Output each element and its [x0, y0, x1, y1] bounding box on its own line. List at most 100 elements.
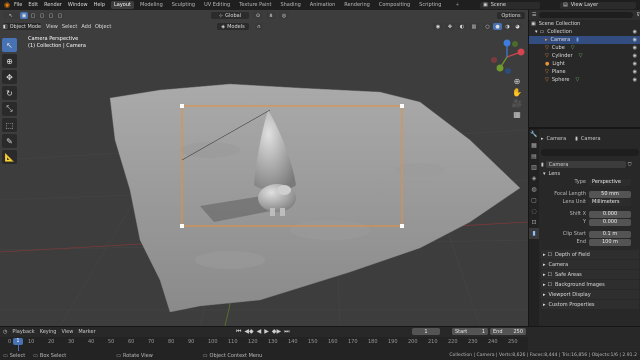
type-dropdown[interactable]: Perspective [589, 178, 631, 186]
filter-icon[interactable]: ⊽ [636, 12, 640, 18]
viewport-display-header[interactable]: ▸ Viewport Display [541, 290, 639, 299]
select-box-tool-icon[interactable]: ↖ [2, 38, 17, 52]
z-axis-icon[interactable] [503, 39, 511, 47]
prev-keyframe-icon[interactable]: ◀◆ [244, 328, 253, 335]
outliner-item-camera[interactable]: ▸ Camera ▮ ◉ [529, 36, 640, 44]
solid-shading-icon[interactable]: ● [493, 23, 502, 30]
tab-shading[interactable]: Shading [277, 1, 303, 9]
scale-tool-icon[interactable]: ⤡ [2, 102, 17, 116]
x-axis-icon[interactable] [517, 48, 525, 56]
depth-of-field-header[interactable]: ▸ ☐ Depth of Field [541, 250, 639, 259]
gizmo-icon[interactable]: ✥ [445, 23, 455, 30]
add-workspace-icon[interactable]: + [455, 2, 459, 8]
fake-user-icon[interactable]: ⛉ [628, 162, 632, 168]
physics-tab-icon[interactable]: ◌ [529, 206, 539, 217]
scene-selector[interactable]: ▣ Scene [480, 1, 540, 9]
outliner-item-cube[interactable]: ▽ Cube ▽ ◉ [529, 44, 640, 52]
measure-tool-icon[interactable]: 📐 [2, 150, 17, 164]
properties-search-input[interactable] [541, 148, 639, 156]
hand-pan-icon[interactable]: ✋ [511, 87, 523, 98]
cursor-tool-icon[interactable]: ⊕ [2, 54, 17, 68]
checkbox-icon[interactable]: ☐ [548, 272, 552, 278]
expand-icon[interactable]: ▾ [535, 29, 538, 35]
menu-edit[interactable]: Edit [28, 2, 38, 8]
play-reverse-icon[interactable]: ◀ [257, 328, 262, 335]
tool-tab-icon[interactable]: 🔧 [529, 129, 539, 140]
visibility-eye-icon[interactable]: ◉ [633, 29, 637, 35]
pivot-icon[interactable]: ⊙ [253, 12, 263, 19]
menu-render[interactable]: Render [44, 2, 62, 8]
snap-target-dropdown[interactable]: ◈ Models [217, 23, 249, 30]
visibility-icon[interactable]: ◉ [433, 23, 443, 30]
end-frame-field[interactable]: End 250 [490, 328, 526, 335]
visibility-eye-icon[interactable]: ◉ [633, 37, 637, 43]
menu-window[interactable]: Window [68, 2, 88, 8]
tab-animation[interactable]: Animation [307, 1, 339, 9]
menu-file[interactable]: File [14, 2, 22, 8]
next-keyframe-icon[interactable]: ◆▶ [272, 328, 281, 335]
zoom-icon[interactable]: ⊕ [511, 76, 523, 87]
tab-rendering[interactable]: Rendering [341, 1, 373, 9]
pin-icon[interactable]: ▸ [541, 136, 544, 142]
3d-viewport[interactable]: ↖ ▣ ▢ ▢ ▢ ▢ ⊹ Global ⊙ ⋔ ◎ Options ◧ Obj… [0, 10, 528, 326]
visibility-eye-icon[interactable]: ◉ [633, 45, 637, 51]
tab-layout[interactable]: Layout [111, 1, 134, 9]
camera-data-tab-icon[interactable]: ▮ [529, 228, 539, 239]
options-dropdown[interactable]: Options [497, 12, 525, 19]
checkbox-icon[interactable]: ☐ [548, 282, 552, 288]
focal-length-field[interactable]: 50 mm [589, 190, 631, 198]
annotate-tool-icon[interactable]: ✎ [2, 134, 17, 148]
overlays-icon[interactable]: ◐ [457, 23, 467, 30]
datablock-name-field[interactable]: Camera [545, 161, 626, 168]
jump-start-icon[interactable]: ⏮ [236, 328, 241, 336]
menu-select[interactable]: Select [62, 24, 77, 30]
menu-add[interactable]: Add [81, 24, 91, 30]
terrain-mesh[interactable] [109, 83, 521, 313]
select-extend-button[interactable]: ▢ [29, 12, 37, 19]
visibility-eye-icon[interactable]: ◉ [633, 61, 637, 67]
clip-end-field[interactable]: 100 m [589, 238, 631, 246]
snap-icon[interactable]: ⋔ [266, 12, 276, 19]
object-tab-icon[interactable]: ▢ [529, 195, 539, 206]
magnet-icon[interactable]: ∩ [255, 23, 263, 30]
camera-section-header[interactable]: ▸ Camera [541, 260, 639, 269]
current-frame-field[interactable]: 1 [412, 328, 440, 335]
mode-dropdown[interactable]: ◧ Object Mode [3, 23, 41, 30]
visibility-eye-icon[interactable]: ◉ [633, 69, 637, 75]
menu-view[interactable]: View [46, 24, 58, 30]
timeline-ruler[interactable]: 0 10 20 30 40 50 60 70 80 90 100 110 120 130 140 150 160… [0, 337, 528, 351]
ortho-toggle-icon[interactable]: ▦ [511, 109, 523, 120]
rotate-tool-icon[interactable]: ↻ [2, 86, 17, 100]
background-images-header[interactable]: ▸ ☐ Background Images [541, 280, 639, 289]
scene-collection-row[interactable]: ▣ Scene Collection [529, 20, 640, 28]
camera-view-icon[interactable]: 🎥 [511, 98, 523, 109]
menu-playback[interactable]: Playback [12, 329, 34, 335]
play-icon[interactable]: ▶ [264, 328, 269, 335]
constraints-tab-icon[interactable]: ⊡ [529, 217, 539, 228]
shift-y-field[interactable]: 0.000 [589, 218, 631, 226]
y-axis-icon[interactable] [496, 64, 504, 72]
lens-panel-header[interactable]: ▾ Lens [541, 169, 639, 178]
move-tool-icon[interactable]: ✥ [2, 70, 17, 84]
lens-unit-dropdown[interactable]: Millimeters [589, 198, 631, 206]
timeline-editor-icon[interactable]: ◷ [3, 329, 7, 335]
xray-icon[interactable]: ▥ [469, 23, 479, 30]
outliner-item-cylinder[interactable]: ▽ Cylinder ▽ ◉ [529, 52, 640, 60]
world-tab-icon[interactable]: ◍ [529, 184, 539, 195]
menu-object[interactable]: Object [95, 24, 111, 30]
safe-areas-header[interactable]: ▸ ☐ Safe Areas [541, 270, 639, 279]
output-tab-icon[interactable]: ▤ [529, 151, 539, 162]
menu-marker[interactable]: Marker [78, 329, 95, 335]
proportional-edit-icon[interactable]: ◎ [279, 12, 289, 19]
wireframe-shading-icon[interactable]: ○ [483, 23, 492, 30]
material-shading-icon[interactable]: ◑ [503, 23, 512, 30]
outliner-item-light[interactable]: ● Light ◉ [529, 60, 640, 68]
tab-compositing[interactable]: Compositing [376, 1, 413, 9]
select-invert-button[interactable]: ▢ [47, 12, 55, 19]
rendered-shading-icon[interactable]: ◕ [513, 23, 522, 30]
select-mode-button[interactable]: ↖ [3, 12, 19, 19]
jump-end-icon[interactable]: ⏭ [284, 328, 289, 336]
view-layer-selector[interactable]: ▤ View Layer [560, 1, 636, 9]
visibility-eye-icon[interactable]: ◉ [633, 77, 637, 83]
select-subtract-button[interactable]: ▢ [38, 12, 46, 19]
